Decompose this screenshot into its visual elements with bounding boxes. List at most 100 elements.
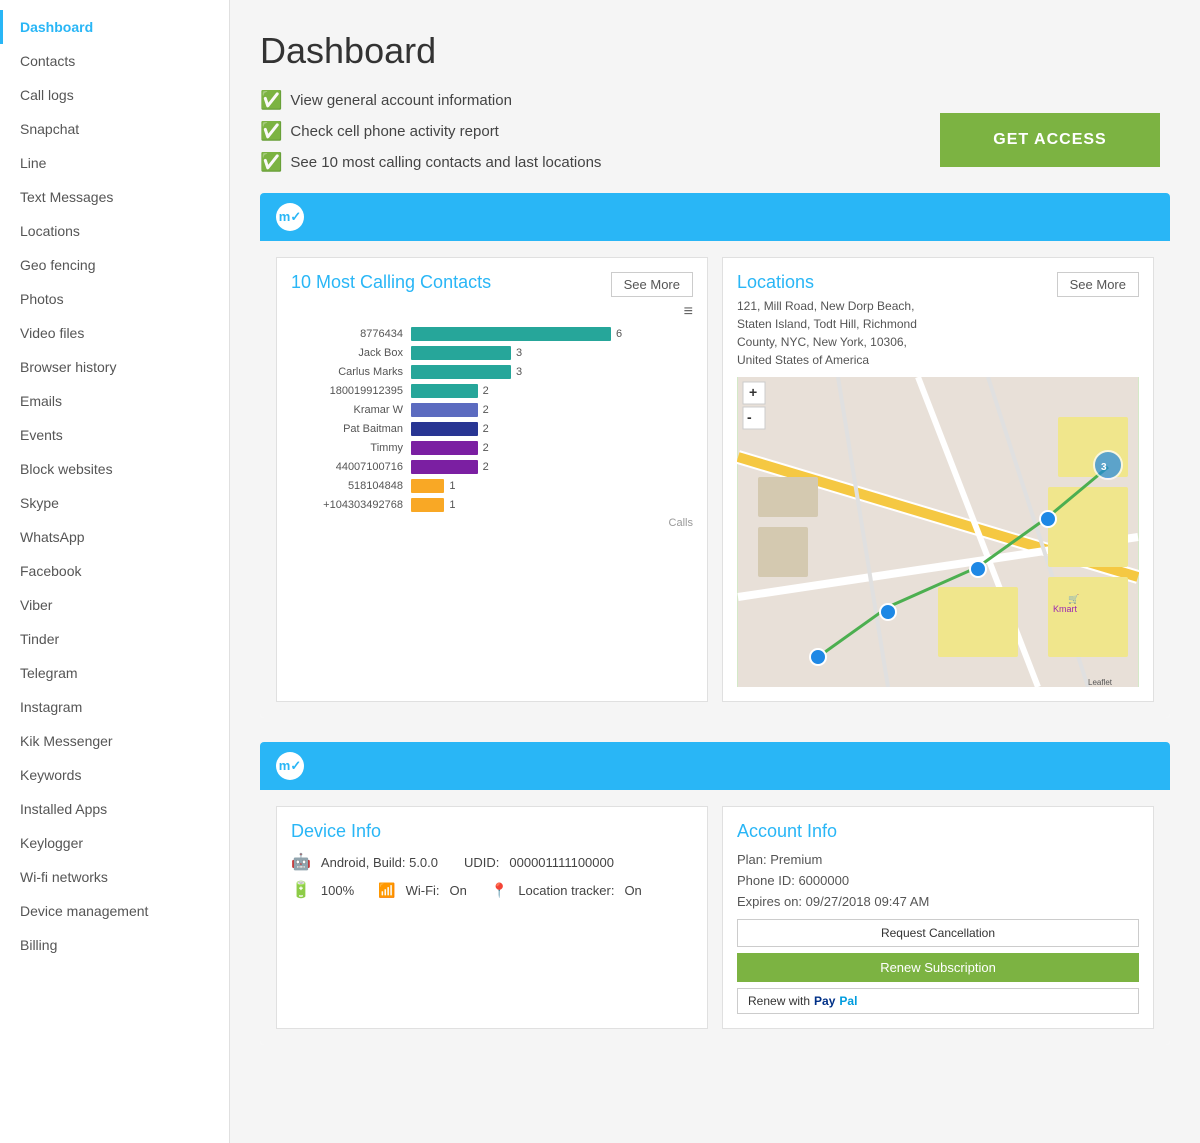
account-panel-inner: Account Info Plan: Premium Phone ID: 600…: [737, 821, 1139, 1014]
map-svg: 3 🛒 Kmart + - Leaflet: [737, 377, 1139, 687]
main-card-1: m✓ 10 Most Calling Contacts See More ≡ 8…: [260, 193, 1170, 718]
sidebar-item-tinder[interactable]: Tinder: [0, 622, 229, 656]
check-label-1: View general account information: [290, 92, 512, 109]
sidebar-item-contacts[interactable]: Contacts: [0, 44, 229, 78]
main-card-2: m✓ Device Info 🤖 Android, Build: 5.0.0 U…: [260, 742, 1170, 1045]
sidebar-item-browser-history[interactable]: Browser history: [0, 350, 229, 384]
bar-chart: 87764346Jack Box3Carlus Marks31800199123…: [291, 327, 693, 512]
renew-subscription-button[interactable]: Renew Subscription: [737, 953, 1139, 982]
bar: [411, 479, 444, 493]
contacts-see-more-button[interactable]: See More: [611, 272, 693, 297]
hamburger-icon[interactable]: ≡: [291, 303, 693, 321]
paypal-text-2: Pal: [839, 994, 857, 1008]
sidebar-item-block-websites[interactable]: Block websites: [0, 452, 229, 486]
mspy-logo-1: m✓: [276, 203, 304, 231]
bar-label: 180019912395: [291, 385, 411, 397]
svg-text:3: 3: [1101, 462, 1107, 473]
sidebar-item-wi-fi-networks[interactable]: Wi-fi networks: [0, 860, 229, 894]
sidebar-item-skype[interactable]: Skype: [0, 486, 229, 520]
renew-with-label: Renew with: [748, 994, 810, 1008]
bar-outer: 2: [411, 422, 693, 436]
sidebar-item-call-logs[interactable]: Call logs: [0, 78, 229, 112]
sidebar-item-installed-apps[interactable]: Installed Apps: [0, 792, 229, 826]
renew-paypal-button[interactable]: Renew with Pay Pal: [737, 988, 1139, 1014]
bar-value: 6: [616, 328, 622, 340]
svg-text:Leaflet: Leaflet: [1088, 678, 1113, 687]
account-phoneid-row: Phone ID: 6000000: [737, 873, 1139, 888]
account-buttons: Request Cancellation Renew Subscription …: [737, 919, 1139, 1014]
map-area[interactable]: 3 🛒 Kmart + - Leaflet: [737, 377, 1139, 687]
sidebar-item-billing[interactable]: Billing: [0, 928, 229, 962]
bar-value: 2: [483, 423, 489, 435]
sidebar-item-events[interactable]: Events: [0, 418, 229, 452]
phone-id-value: 6000000: [798, 873, 849, 888]
sidebar-item-keywords[interactable]: Keywords: [0, 758, 229, 792]
device-account-body: Device Info 🤖 Android, Build: 5.0.0 UDID…: [260, 790, 1170, 1045]
bar: [411, 403, 478, 417]
sidebar-item-keylogger[interactable]: Keylogger: [0, 826, 229, 860]
bar-row: +1043034927681: [291, 498, 693, 512]
device-battery: 100%: [321, 883, 354, 898]
device-udid-label: UDID:: [464, 855, 499, 870]
svg-text:-: -: [747, 409, 752, 425]
sidebar-item-facebook[interactable]: Facebook: [0, 554, 229, 588]
battery-icon: 🔋: [291, 880, 311, 900]
bar-label: Carlus Marks: [291, 366, 411, 378]
paypal-text-1: Pay: [814, 994, 835, 1008]
bar-value: 1: [449, 480, 455, 492]
bar-label: +104303492768: [291, 499, 411, 511]
sidebar-item-telegram[interactable]: Telegram: [0, 656, 229, 690]
check-item-1: ✅ View general account information: [260, 90, 1170, 111]
bar: [411, 365, 511, 379]
sidebar-item-emails[interactable]: Emails: [0, 384, 229, 418]
sidebar-item-snapchat[interactable]: Snapchat: [0, 112, 229, 146]
sidebar-item-line[interactable]: Line: [0, 146, 229, 180]
locations-see-more-button[interactable]: See More: [1057, 272, 1139, 297]
chart-x-label: Calls: [291, 517, 693, 529]
sidebar-item-locations[interactable]: Locations: [0, 214, 229, 248]
sidebar-item-instagram[interactable]: Instagram: [0, 690, 229, 724]
contacts-panel: 10 Most Calling Contacts See More ≡ 8776…: [276, 257, 708, 702]
request-cancellation-button[interactable]: Request Cancellation: [737, 919, 1139, 947]
account-info-title: Account Info: [737, 821, 1139, 842]
svg-text:🛒: 🛒: [1068, 593, 1079, 604]
bar-label: Timmy: [291, 442, 411, 454]
location-pin-icon: 📍: [491, 882, 508, 899]
check-icon-1: ✅: [260, 90, 282, 111]
account-plan-row: Plan: Premium: [737, 852, 1139, 867]
sidebar-item-device-management[interactable]: Device management: [0, 894, 229, 928]
card-header-1: m✓: [260, 193, 1170, 241]
sidebar-item-whatsapp[interactable]: WhatsApp: [0, 520, 229, 554]
bar: [411, 498, 444, 512]
bar-outer: 3: [411, 346, 693, 360]
bar: [411, 327, 611, 341]
sidebar-item-kik-messenger[interactable]: Kik Messenger: [0, 724, 229, 758]
bar-outer: 6: [411, 327, 693, 341]
sidebar-item-photos[interactable]: Photos: [0, 282, 229, 316]
android-icon: 🤖: [291, 852, 311, 872]
device-location-status: On: [624, 883, 641, 898]
sidebar-item-viber[interactable]: Viber: [0, 588, 229, 622]
sidebar-item-dashboard[interactable]: Dashboard: [0, 10, 229, 44]
account-panel: Account Info Plan: Premium Phone ID: 600…: [722, 806, 1154, 1029]
bar-label: 518104848: [291, 480, 411, 492]
bar-value: 2: [483, 442, 489, 454]
bar-row: Carlus Marks 3: [291, 365, 693, 379]
device-udid: 000001111100000: [509, 855, 614, 870]
bar: [411, 384, 478, 398]
bar-value: 3: [516, 366, 522, 378]
get-access-button[interactable]: GET ACCESS: [940, 113, 1160, 167]
sidebar-item-text-messages[interactable]: Text Messages: [0, 180, 229, 214]
bar-outer: 2: [411, 441, 693, 455]
svg-text:+: +: [749, 384, 757, 400]
locations-panel: Locations See More 121, Mill Road, New D…: [722, 257, 1154, 702]
bar-value: 3: [516, 347, 522, 359]
mspy-logo-2: m✓: [276, 752, 304, 780]
svg-text:Kmart: Kmart: [1053, 604, 1078, 614]
sidebar-item-geo-fencing[interactable]: Geo fencing: [0, 248, 229, 282]
bar-row: Kramar W2: [291, 403, 693, 417]
bar-label: 44007100716: [291, 461, 411, 473]
card-header-2: m✓: [260, 742, 1170, 790]
bar-row: 1800199123952: [291, 384, 693, 398]
sidebar-item-video-files[interactable]: Video files: [0, 316, 229, 350]
